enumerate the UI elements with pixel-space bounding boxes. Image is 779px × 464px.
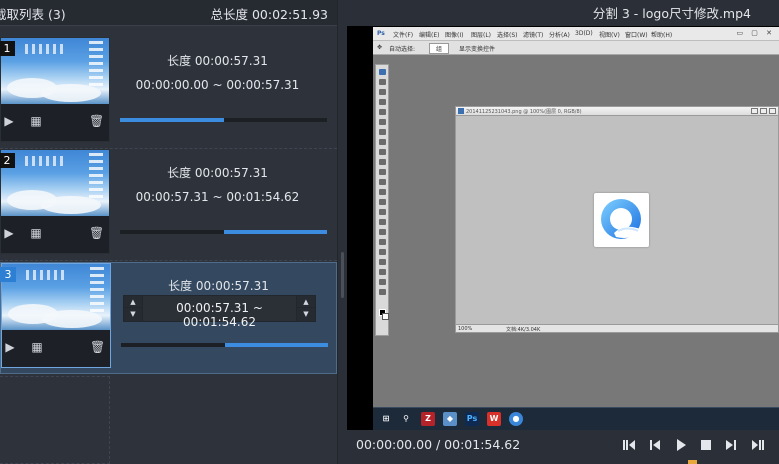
thumbnail-image [2,264,110,330]
total-length: 总长度 00:02:51.93 [210,7,329,22]
timeline-marker[interactable] [688,460,697,464]
thumbnail-image [1,150,109,216]
app-icon: ◆ [443,412,457,426]
clip-thumbnail[interactable]: 1 ▶ ▦ 🗑 [0,37,110,142]
grid-icon[interactable]: ▦ [29,226,43,240]
search-icon: ⚲ [403,414,409,423]
clip-progress-fill [120,118,224,122]
play-icon[interactable]: ▶ [3,340,17,354]
grid-icon[interactable]: ▦ [30,340,44,354]
clip-number-badge: 1 [0,41,15,56]
panel-splitter[interactable] [337,0,347,464]
chevron-up-icon[interactable]: ▲ [297,296,315,308]
clip-item-2[interactable]: 2 ▶ ▦ 🗑 长度 00:00:57.31 00:00:57.31 ~ 00:… [0,149,337,261]
clip-progress-bar [120,118,327,122]
frame-status-bar: 100% 文档:4K/3.04K [456,324,778,333]
frame-menu-bar: Ps 文件(F) 编辑(E) 图像(I) 图层(L) 选择(S) 滤镜(T) 分… [373,27,779,41]
clip-number-badge: 3 [0,267,16,282]
trash-icon[interactable]: 🗑 [90,340,105,354]
trash-icon[interactable]: 🗑 [89,114,104,128]
clip-number-badge: 2 [0,153,15,168]
step-back-icon[interactable] [648,438,662,452]
browser-icon: ● [509,412,523,426]
clip-length: 长度 00:00:57.31 [168,279,269,293]
frame-document-title: 20141125231043.png @ 100%(图层 0, RGB/8) [456,107,778,116]
clip-progress-bar [121,343,328,347]
frame-window-buttons: ▭ ▢ ✕ [736,29,775,37]
logo-image [594,193,649,247]
preview-panel: 分割 3 - logo尺寸修改.mp4 Ps 文件(F) 编辑(E) 图像(I)… [347,0,779,464]
frame-taskbar: ⊞ ⚲ Z ◆ Ps W ● [373,407,779,430]
thumbnail-image [1,38,109,104]
chevron-up-icon[interactable]: ▲ [124,296,142,308]
stop-icon[interactable] [699,438,713,452]
clip-thumbnail[interactable]: 2 ▶ ▦ 🗑 [0,149,110,254]
clip-range: 00:00:00.00 ~ 00:00:57.31 [135,78,300,92]
clip-progress-bar [120,230,327,234]
empty-clip-slot [0,376,110,464]
wps-icon: W [487,412,501,426]
clip-list-panel: 截取列表 (3) 总长度 00:02:51.93 1 ▶ ▦ 🗑 长度 00:0… [0,0,337,464]
clip-item-1[interactable]: 1 ▶ ▦ 🗑 长度 00:00:57.31 00:00:00.00 ~ 00:… [0,37,337,149]
app-window: 截取列表 (3) 总长度 00:02:51.93 1 ▶ ▦ 🗑 长度 00:0… [0,0,779,464]
clip-length: 长度 00:00:57.31 [167,166,268,180]
windows-start-icon: ⊞ [382,414,390,423]
next-frame-icon[interactable] [751,438,765,452]
photoshop-icon: Ps [465,412,479,426]
clip-range: 00:00:57.31 ~ 00:01:54.62 [135,190,300,204]
clip-progress-fill [224,343,328,347]
prev-frame-icon[interactable] [622,438,636,452]
clip-thumbnail[interactable]: 3 ▶ ▦ 🗑 [0,263,111,368]
frame-options-bar: ✥ 自动选择: 组 显示变换控件 [373,41,779,55]
play-icon[interactable] [674,438,688,452]
step-forward-icon[interactable] [724,438,738,452]
preview-title: 分割 3 - logo尺寸修改.mp4 [592,6,751,21]
frame-toolbox [375,64,389,336]
filezilla-icon: Z [421,412,435,426]
clip-item-3[interactable]: 3 ▶ ▦ 🗑 长度 00:00:57.31 ▲ ▼ 00:00:57.31 ~… [0,262,337,374]
play-icon[interactable]: ▶ [2,226,16,240]
play-icon[interactable]: ▶ [2,114,16,128]
clip-progress-fill [223,230,327,234]
chevron-down-icon[interactable]: ▼ [297,308,315,320]
video-preview[interactable]: Ps 文件(F) 编辑(E) 图像(I) 图层(L) 选择(S) 滤镜(T) 分… [347,26,779,430]
video-frame: Ps 文件(F) 编辑(E) 图像(I) 图层(L) 选择(S) 滤镜(T) 分… [373,27,779,430]
grid-icon[interactable]: ▦ [29,114,43,128]
end-time-stepper[interactable]: ▲ ▼ [296,296,315,321]
clip-range-editor: ▲ ▼ 00:00:57.31 ~ 00:01:54.62 ▲ ▼ [123,295,316,329]
clip-range-input[interactable]: 00:00:57.31 ~ 00:01:54.62 [144,301,295,329]
clip-length: 长度 00:00:57.31 [167,54,268,68]
frame-document-window: 20141125231043.png @ 100%(图层 0, RGB/8) 1… [455,106,779,333]
playback-timecode: 00:00:00.00 / 00:01:54.62 [356,437,521,452]
splitter-grip[interactable] [341,252,344,298]
start-time-stepper[interactable]: ▲ ▼ [124,296,143,321]
trash-icon[interactable]: 🗑 [89,226,104,240]
clip-list-title: 截取列表 (3) [0,7,66,22]
clip-list-header: 截取列表 (3) 总长度 00:02:51.93 [0,0,337,26]
chevron-down-icon[interactable]: ▼ [124,308,142,320]
